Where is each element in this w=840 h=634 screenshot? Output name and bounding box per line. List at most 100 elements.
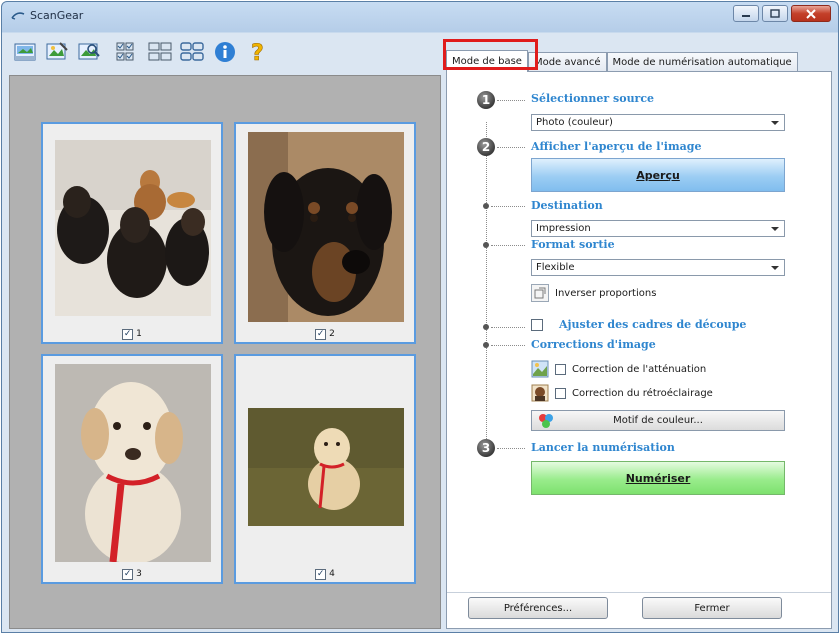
thumbnail-3[interactable]: ✓ 3 — [41, 354, 223, 584]
thumbnail-image-3 — [55, 364, 211, 562]
preferences-button-label: Préférences... — [503, 602, 573, 614]
invert-proportions-row: Inverser proportions — [531, 284, 656, 302]
fading-correction-icon — [531, 360, 549, 378]
source-select[interactable]: Photo (couleur) — [531, 114, 785, 131]
scan-button-label: Numériser — [625, 471, 691, 485]
corrections-dot — [483, 342, 489, 348]
scangear-logo-icon — [11, 12, 25, 20]
source-select-value: Photo (couleur) — [536, 117, 613, 128]
thumbnail-checkbox-2[interactable]: ✓ — [315, 328, 327, 340]
backlight-correction-label: Correction du rétroéclairage — [572, 387, 713, 399]
thumbnail-image-2 — [248, 132, 404, 322]
step-2-connector — [497, 147, 525, 148]
minimize-button[interactable] — [733, 5, 759, 22]
settings-panel: Mode de base Mode avancé Mode de numéris… — [443, 39, 832, 629]
adjust-frames-row: Ajuster des cadres de découpe — [531, 318, 746, 331]
color-pattern-label: Motif de couleur... — [613, 415, 703, 426]
zoom-icon[interactable] — [76, 39, 102, 65]
thumbnail-check-row-2: ✓ 2 — [236, 327, 414, 341]
output-size-heading: Format sortie — [531, 238, 615, 251]
output-size-select-value: Flexible — [536, 262, 575, 273]
thumbnail-4[interactable]: ✓ 4 — [234, 354, 416, 584]
mode-tabs: Mode de base Mode avancé Mode de numéris… — [443, 39, 798, 72]
svg-text:?: ? — [251, 41, 264, 64]
adjust-frames-dot — [483, 324, 489, 330]
whole-image-view-icon[interactable] — [148, 39, 174, 65]
step-3-connector — [497, 448, 525, 449]
title-bar: ScanGear — [2, 2, 838, 30]
maximize-button[interactable] — [762, 5, 788, 22]
preferences-button[interactable]: Préférences... — [468, 597, 608, 619]
step-connector — [486, 122, 487, 457]
step-1-connector — [497, 100, 525, 101]
chevron-down-icon — [771, 266, 779, 270]
destination-select-value: Impression — [536, 223, 591, 234]
preview-button-label: Aperçu — [636, 168, 680, 182]
tab-highlight-box — [443, 39, 538, 70]
invert-proportions-label: Inverser proportions — [555, 287, 657, 299]
scan-button[interactable]: Numériser — [531, 461, 785, 495]
preview-area: ✓ 1 ✓ 2 ✓ 3 ✓ 4 — [9, 75, 441, 629]
thumbnail-2[interactable]: ✓ 2 — [234, 122, 416, 344]
tab-advanced-mode[interactable]: Mode avancé — [527, 52, 607, 72]
color-pattern-button[interactable]: Motif de couleur... — [531, 410, 785, 431]
backlight-correction-row: Correction du rétroéclairage — [531, 384, 713, 402]
chevron-down-icon — [771, 227, 779, 231]
adjust-frames-checkbox[interactable] — [531, 318, 543, 331]
thumbnail-checkbox-1[interactable]: ✓ — [122, 328, 134, 340]
destination-connector — [491, 206, 525, 207]
tab-auto-scan-mode-label: Mode de numérisation automatique — [612, 57, 792, 68]
tab-auto-scan-mode[interactable]: Mode de numérisation automatique — [606, 52, 798, 72]
crop-icon[interactable] — [44, 39, 70, 65]
chevron-down-icon — [771, 121, 779, 125]
select-all-icon[interactable] — [180, 39, 206, 65]
thumbnail-image-4 — [248, 408, 404, 526]
invert-proportions-button[interactable] — [531, 284, 549, 302]
thumbnail-checkbox-4[interactable]: ✓ — [315, 568, 327, 580]
close-button[interactable]: Fermer — [642, 597, 782, 619]
destination-dot — [483, 203, 489, 209]
select-source-heading: Sélectionner source — [531, 92, 655, 105]
thumbnail-number-2: 2 — [329, 329, 335, 339]
output-size-dot — [483, 242, 489, 248]
scan-preview-icon[interactable] — [12, 39, 38, 65]
step-2-badge: 2 — [477, 138, 495, 156]
thumbnail-check-row-3: ✓ 3 — [43, 567, 221, 581]
step-3-badge: 3 — [477, 439, 495, 457]
fading-correction-row: Correction de l'atténuation — [531, 360, 706, 378]
thumbnail-view-icon[interactable] — [116, 39, 142, 65]
thumbnail-number-1: 1 — [136, 329, 142, 339]
thumbnail-number-4: 4 — [329, 569, 335, 579]
close-window-button[interactable] — [791, 5, 831, 22]
tab-basic-mode[interactable]: Mode de base — [443, 39, 538, 72]
start-scan-heading: Lancer la numérisation — [531, 441, 675, 454]
destination-heading: Destination — [531, 199, 603, 212]
step-1-badge: 1 — [477, 91, 495, 109]
corrections-connector — [491, 345, 525, 346]
thumbnail-number-3: 3 — [136, 569, 142, 579]
window-controls — [733, 5, 831, 22]
fading-correction-label: Correction de l'atténuation — [572, 363, 707, 375]
preview-heading: Afficher l'aperçu de l'image — [531, 140, 702, 153]
destination-select[interactable]: Impression — [531, 220, 785, 237]
fading-correction-checkbox[interactable] — [555, 363, 566, 375]
thumbnail-check-row-4: ✓ 4 — [236, 567, 414, 581]
thumbnail-check-row-1: ✓ 1 — [43, 327, 221, 341]
output-size-select[interactable]: Flexible — [531, 259, 785, 276]
tab-advanced-mode-label: Mode avancé — [533, 57, 601, 68]
preview-button[interactable]: Aperçu — [531, 158, 785, 192]
basic-mode-content: 1 Sélectionner source Photo (couleur) 2 … — [446, 71, 832, 629]
output-size-connector — [491, 245, 525, 246]
toolbar: ? — [12, 37, 270, 67]
minimize-icon — [742, 14, 750, 17]
thumbnail-checkbox-3[interactable]: ✓ — [122, 568, 134, 580]
info-icon[interactable] — [212, 39, 238, 65]
backlight-correction-checkbox[interactable] — [555, 387, 566, 399]
rotate-icon — [534, 287, 546, 299]
thumbnail-1[interactable]: ✓ 1 — [41, 122, 223, 344]
adjust-frames-label: Ajuster des cadres de découpe — [559, 318, 747, 331]
maximize-icon — [770, 9, 780, 18]
help-icon[interactable]: ? — [244, 39, 270, 65]
window-title: ScanGear — [30, 9, 84, 22]
footer-divider — [447, 592, 831, 593]
